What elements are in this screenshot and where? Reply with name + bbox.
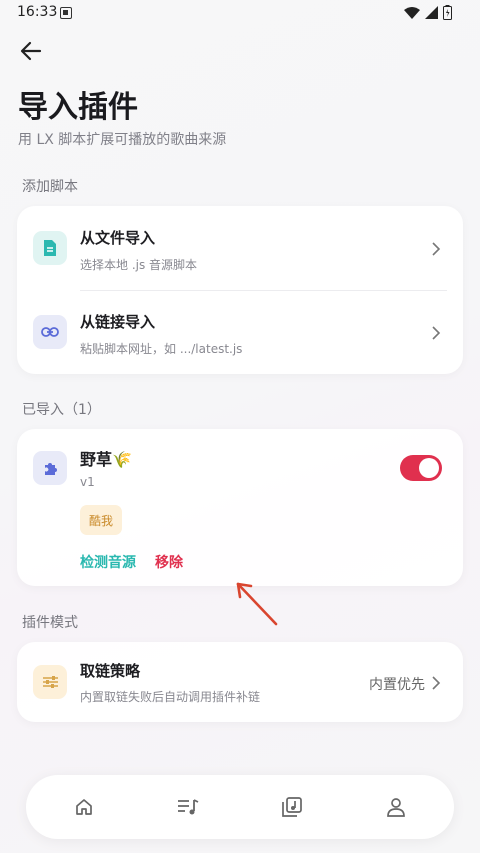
toggle-knob — [419, 458, 439, 478]
section-label-add-script: 添加脚本 — [22, 179, 78, 195]
sliders-icon — [33, 665, 67, 699]
divider — [80, 290, 447, 291]
arrow-left-icon — [20, 41, 42, 61]
back-button[interactable] — [16, 36, 46, 66]
check-source-button[interactable]: 检测音源 — [80, 552, 136, 572]
file-icon — [33, 231, 67, 265]
link-strategy-desc: 内置取链失败后自动调用插件补链 — [80, 690, 261, 704]
import-from-file-title: 从文件导入 — [80, 229, 156, 247]
page-subtitle: 用 LX 脚本扩展可播放的歌曲来源 — [18, 132, 227, 148]
link-strategy-title: 取链策略 — [80, 662, 141, 680]
battery-icon — [443, 5, 452, 20]
import-from-link-desc: 粘贴脚本网址，如 .../latest.js — [80, 342, 243, 356]
home-icon[interactable] — [72, 795, 96, 819]
link-strategy-row[interactable]: 取链策略 内置取链失败后自动调用插件补链 内置优先 — [17, 642, 463, 722]
plugin-source-tag: 酷我 — [80, 505, 123, 535]
annotation-arrow-icon — [236, 582, 278, 626]
playlist-icon[interactable] — [176, 795, 200, 819]
wifi-icon — [404, 6, 420, 19]
plugin-enable-toggle[interactable] — [400, 455, 442, 481]
status-icons — [404, 5, 452, 20]
plugin-name: 野草🌾 — [80, 450, 132, 469]
bottom-nav — [26, 775, 454, 839]
import-from-link-title: 从链接导入 — [80, 313, 156, 331]
notification-icon — [60, 7, 72, 19]
signal-icon — [425, 6, 438, 19]
add-script-card: 从文件导入 选择本地 .js 音源脚本 从链接导入 粘贴脚本网址，如 .../l… — [17, 206, 463, 374]
page-title: 导入插件 — [18, 90, 138, 125]
profile-icon[interactable] — [384, 795, 408, 819]
import-from-file-desc: 选择本地 .js 音源脚本 — [80, 258, 198, 272]
chevron-right-icon — [432, 242, 441, 256]
import-from-file-row[interactable]: 从文件导入 选择本地 .js 音源脚本 — [17, 208, 463, 288]
section-label-plugin-mode: 插件模式 — [22, 615, 78, 631]
section-label-imported: 已导入（1） — [22, 402, 101, 418]
chevron-right-icon — [432, 326, 441, 340]
remove-plugin-button[interactable]: 移除 — [155, 552, 183, 572]
chevron-right-icon — [432, 676, 441, 690]
puzzle-icon — [33, 451, 67, 485]
plugin-card: 野草🌾 v1 酷我 检测音源 移除 — [17, 429, 463, 586]
link-icon — [33, 315, 67, 349]
link-strategy-value: 内置优先 — [369, 677, 425, 693]
status-bar: 16:33 — [0, 0, 480, 26]
status-time: 16:33 — [17, 4, 58, 20]
library-icon[interactable] — [280, 795, 304, 819]
import-from-link-row[interactable]: 从链接导入 粘贴脚本网址，如 .../latest.js — [17, 292, 463, 372]
plugin-version: v1 — [80, 475, 95, 489]
